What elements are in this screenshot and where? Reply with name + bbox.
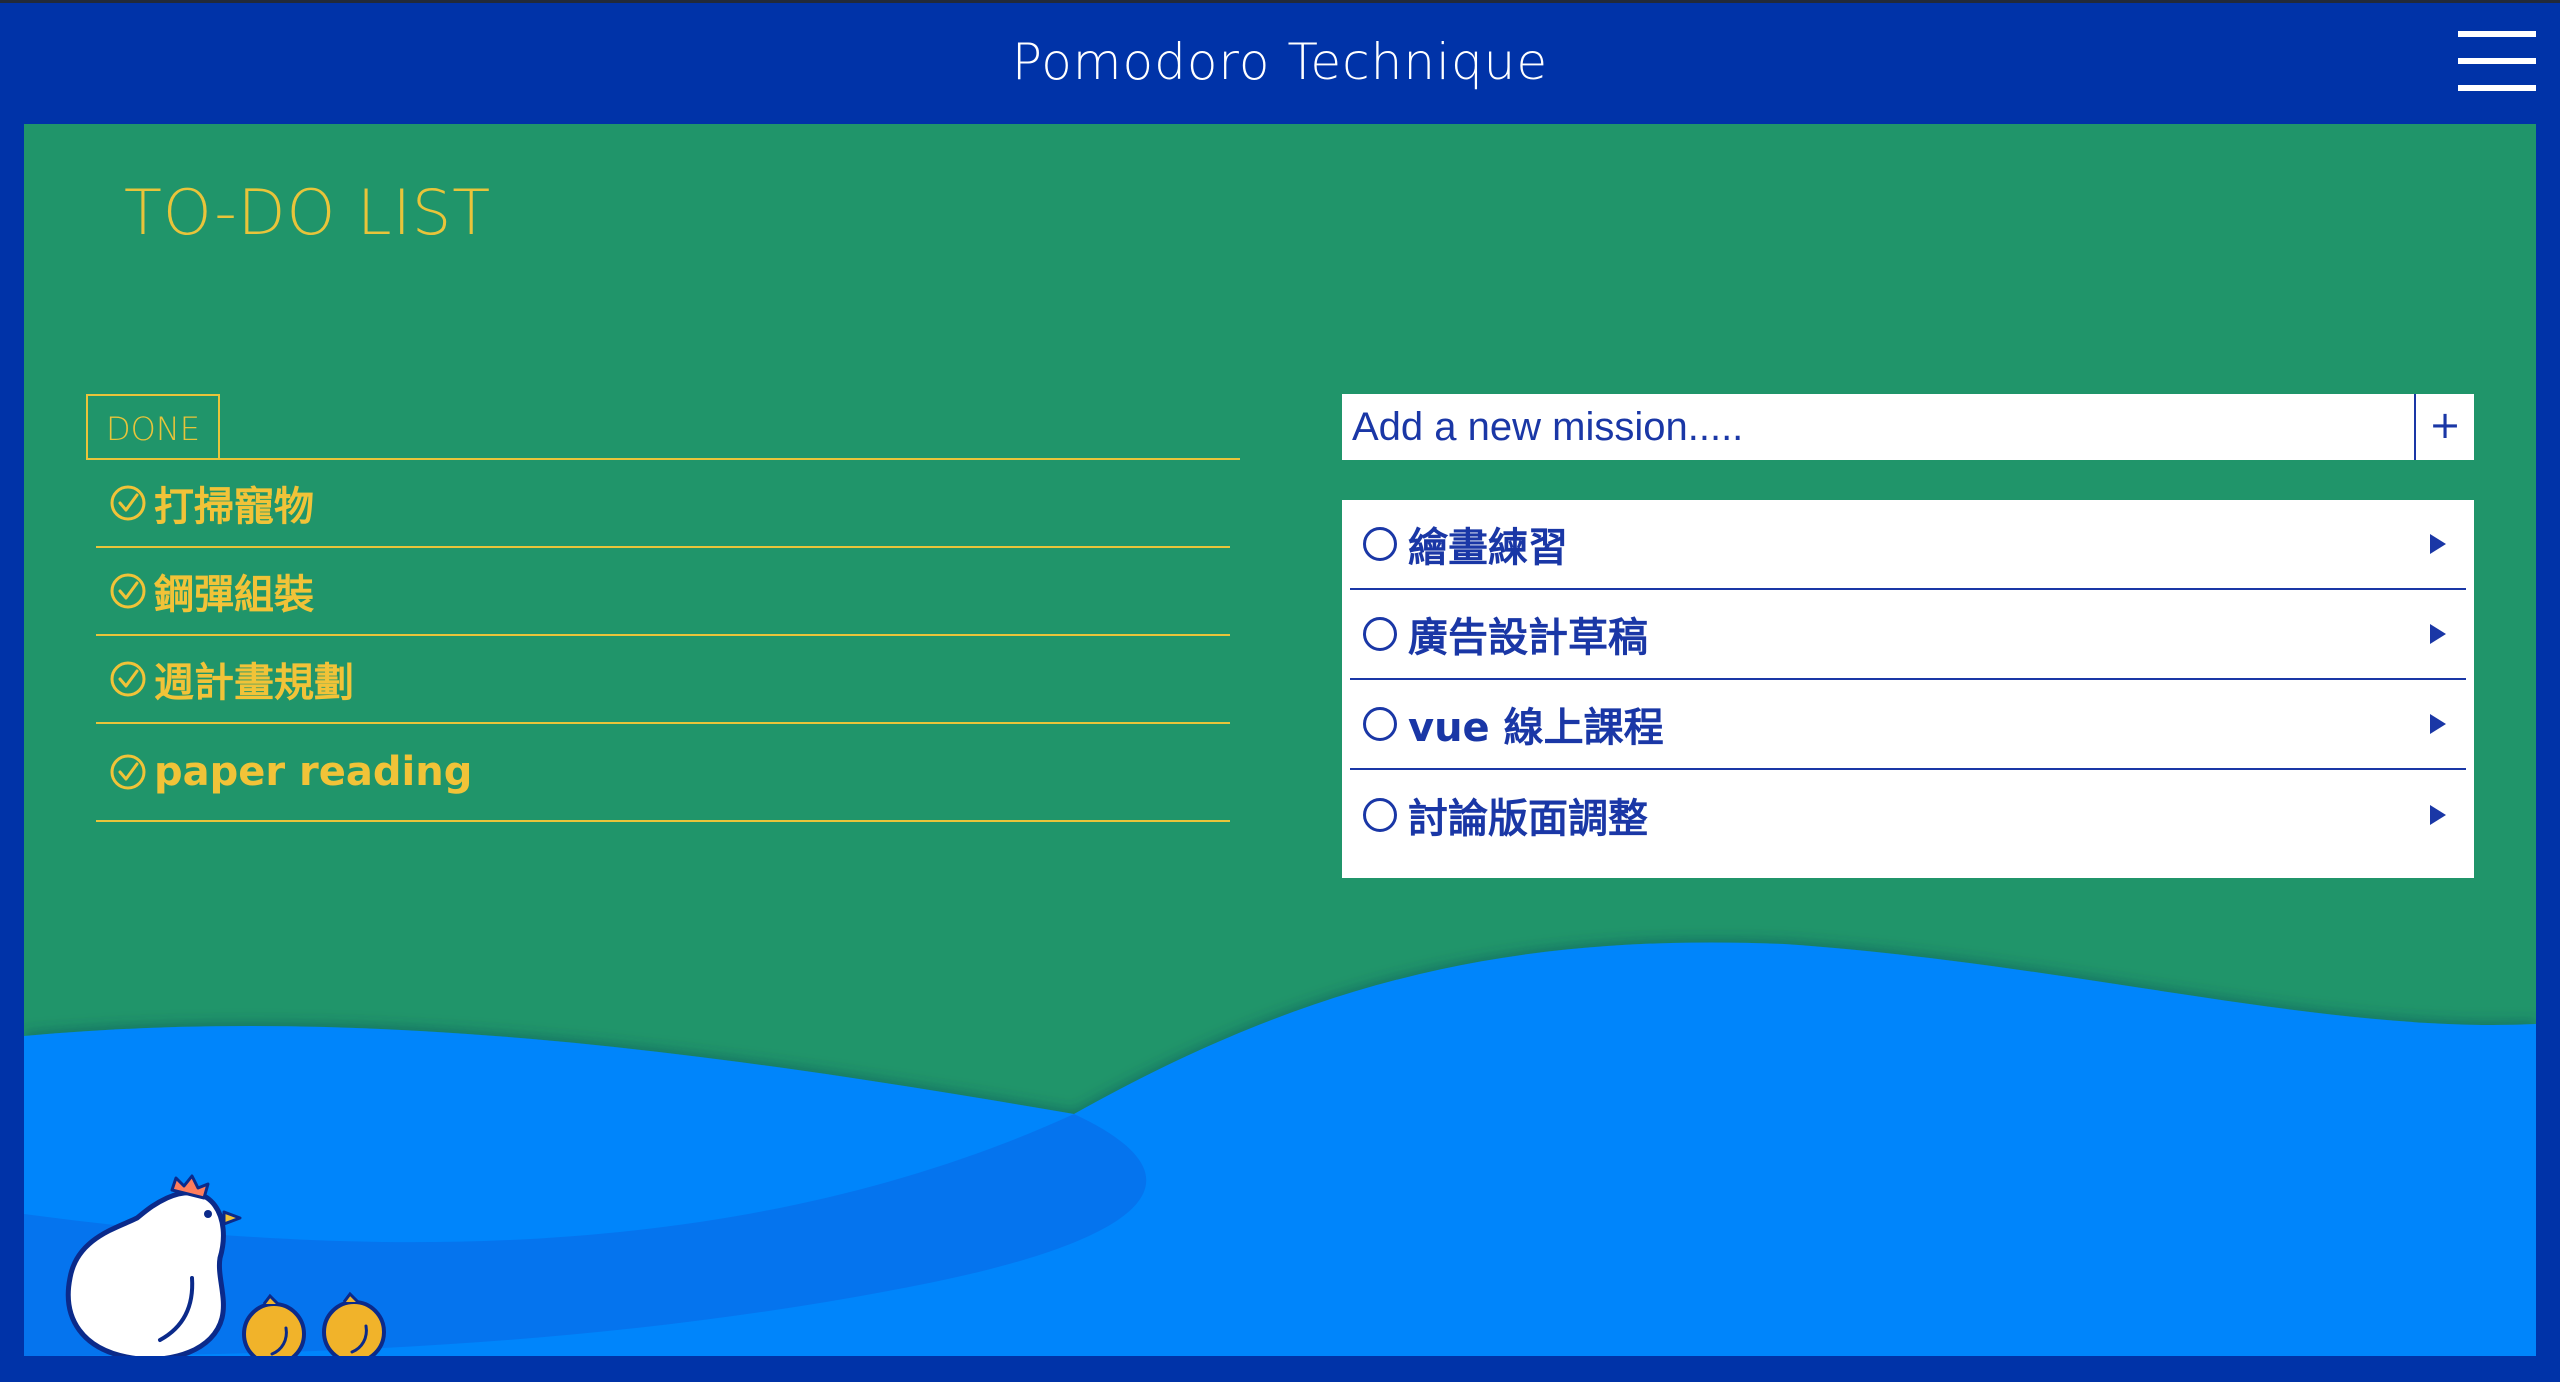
done-list: 打掃寵物 鋼彈組裝 週計畫規劃 paper reading	[96, 460, 1230, 822]
check-circle-icon	[110, 661, 146, 697]
radio-circle-icon[interactable]	[1362, 797, 1398, 833]
todo-item-label: vue 線上課程	[1408, 705, 1664, 751]
top-bar: Pomodoro Technique	[0, 0, 2560, 124]
done-item-label: 週計畫規劃	[154, 660, 354, 706]
done-item-label: 打掃寵物	[154, 484, 314, 530]
main-panel: TO-DO LIST DONE 打掃寵物 鋼彈組裝 週計畫規劃 paper re…	[24, 124, 2536, 1356]
done-item-label: 鋼彈組裝	[154, 572, 314, 618]
todo-item-label: 繪畫練習	[1408, 525, 1568, 571]
done-item[interactable]: 鋼彈組裝	[96, 548, 1230, 636]
radio-circle-icon[interactable]	[1362, 526, 1398, 562]
check-circle-icon	[110, 485, 146, 521]
check-circle-icon	[110, 754, 146, 790]
done-item[interactable]: 週計畫規劃	[96, 636, 1230, 724]
radio-circle-icon[interactable]	[1362, 706, 1398, 742]
todo-item[interactable]: 繪畫練習	[1350, 500, 2466, 590]
add-mission-bar: +	[1342, 394, 2474, 460]
done-item[interactable]: 打掃寵物	[96, 460, 1230, 548]
add-mission-button[interactable]: +	[2414, 394, 2474, 460]
radio-circle-icon[interactable]	[1362, 616, 1398, 652]
done-item-label: paper reading	[154, 749, 473, 795]
chicken-mascot-illustration	[65, 1174, 386, 1356]
done-tab[interactable]: DONE	[86, 394, 220, 460]
todo-item-label: 討論版面調整	[1408, 796, 1648, 842]
play-arrow-icon[interactable]	[2428, 532, 2448, 556]
todo-item-label: 廣告設計草稿	[1408, 615, 1648, 661]
play-arrow-icon[interactable]	[2428, 803, 2448, 827]
todo-list: 繪畫練習 廣告設計草稿 vue 線上課程 討論版面調整	[1342, 500, 2474, 860]
todo-item[interactable]: 廣告設計草稿	[1350, 590, 2466, 680]
todo-panel: 繪畫練習 廣告設計草稿 vue 線上課程 討論版面調整	[1342, 500, 2474, 878]
todo-item[interactable]: vue 線上課程	[1350, 680, 2466, 770]
play-arrow-icon[interactable]	[2428, 712, 2448, 736]
play-arrow-icon[interactable]	[2428, 622, 2448, 646]
todo-item[interactable]: 討論版面調整	[1350, 770, 2466, 860]
hamburger-menu-icon[interactable]	[2458, 31, 2536, 91]
check-circle-icon	[110, 573, 146, 609]
page-heading: TO-DO LIST	[124, 176, 492, 249]
add-mission-input[interactable]	[1342, 394, 2414, 460]
done-item[interactable]: paper reading	[96, 724, 1230, 822]
app-title: Pomodoro Technique	[1011, 33, 1549, 91]
